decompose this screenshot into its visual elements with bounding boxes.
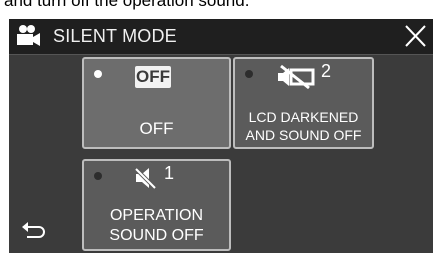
option-label-line-1: LCD DARKENED [248, 109, 359, 125]
camera-screen: SILENT MODE OFF OFF 2 LCD DARKENED AND S… [9, 19, 433, 253]
selection-indicator-dot [245, 70, 253, 78]
page-caption: and turn off the operation sound. [4, 0, 250, 10]
footnote-number: 2 [321, 61, 332, 81]
selection-indicator-dot [94, 172, 102, 180]
title-bar: SILENT MODE [9, 19, 433, 55]
page-title: SILENT MODE [53, 26, 177, 46]
footnote-number: 1 [164, 163, 175, 183]
back-arrow-icon[interactable] [21, 221, 47, 241]
selection-indicator-dot [94, 70, 102, 78]
movie-camera-icon [17, 25, 40, 46]
option-lcd-darkened-button[interactable]: 2 LCD DARKENED AND SOUND OFF [233, 57, 374, 149]
option-operation-sound-off-button[interactable]: 1 OPERATION SOUND OFF [82, 159, 231, 251]
lcd-sound-off-icon [278, 64, 315, 90]
option-label-line-1: OPERATION [109, 207, 204, 224]
option-label-line-2: AND SOUND OFF [245, 127, 362, 143]
option-off-button[interactable]: OFF OFF [82, 57, 231, 149]
close-icon[interactable] [401, 21, 429, 51]
off-icon: OFF [135, 66, 171, 88]
speaker-muted-icon [134, 167, 157, 190]
option-label-line-2: SOUND OFF [109, 227, 204, 244]
option-label: OFF [139, 119, 174, 138]
